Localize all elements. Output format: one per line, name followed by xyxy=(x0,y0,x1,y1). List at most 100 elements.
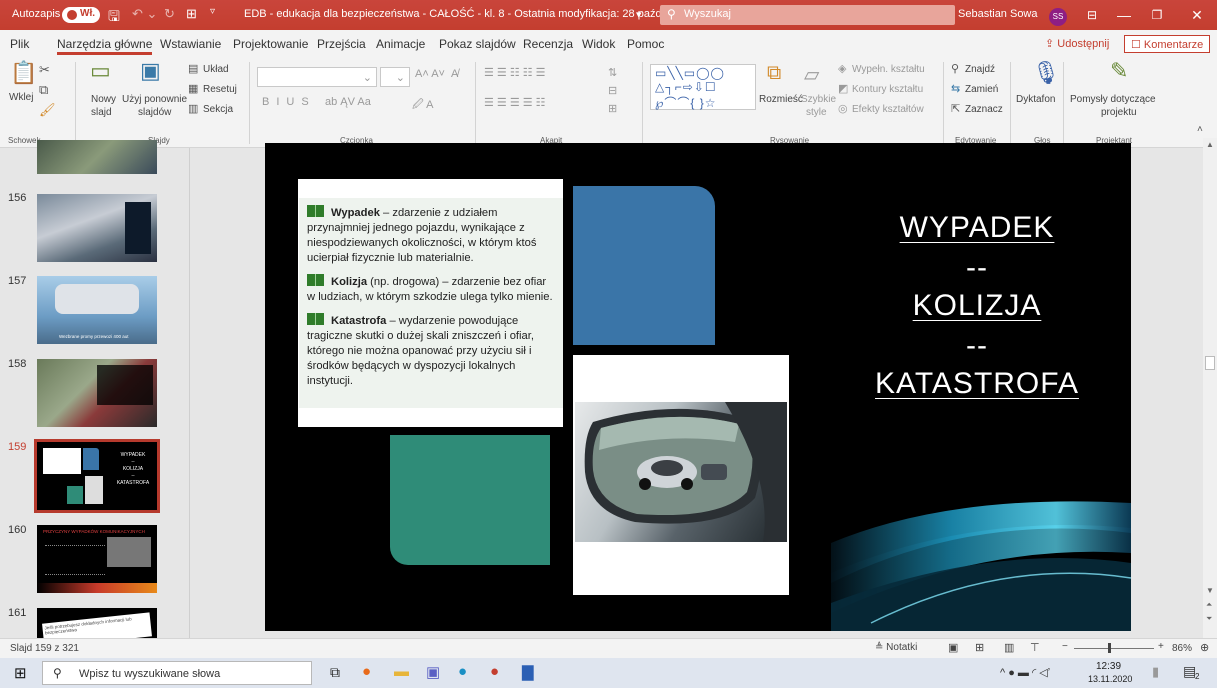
tab-file[interactable]: Plik xyxy=(10,37,29,51)
paste-label[interactable]: Wklej xyxy=(9,92,33,103)
title-line-katastrofa[interactable]: KATASTROFA xyxy=(847,367,1107,401)
share-button[interactable]: ⇪ Udostępnij xyxy=(1039,35,1115,53)
layout-label[interactable]: Układ xyxy=(203,64,229,75)
next-slide-icon[interactable]: ⏷ xyxy=(1206,614,1212,624)
close-icon[interactable]: ✕ xyxy=(1185,4,1209,26)
document-title[interactable]: EDB - edukacja dla bezpieczeństwa - CAŁO… xyxy=(244,8,699,20)
reuse-label2[interactable]: slajdów xyxy=(138,107,171,118)
font-style-icons[interactable]: BIUS xyxy=(262,96,316,108)
quick-styles-icon[interactable]: ▱ xyxy=(804,62,819,87)
slide-thumbnail[interactable]: PRZYCZYNY WYPADKÓW KOMUNIKACYJNYCH xyxy=(37,525,157,593)
customize-qat-icon[interactable]: ▿ xyxy=(210,6,215,17)
fill-icon[interactable]: ◈ xyxy=(838,62,846,75)
reset-icon[interactable]: ▦ xyxy=(188,82,198,95)
task-view-icon[interactable]: ⧉ xyxy=(330,664,340,681)
smartart-icon[interactable]: ⊞ xyxy=(608,102,617,115)
new-slide-label1[interactable]: Nowy xyxy=(91,94,116,105)
firefox-icon[interactable]: ● xyxy=(362,663,371,680)
zoom-in-icon[interactable]: + xyxy=(1158,641,1164,652)
scroll-down-icon[interactable]: ▼ xyxy=(1206,586,1214,595)
design-ideas-icon[interactable]: ✎ xyxy=(1110,58,1128,84)
design-ideas-label2[interactable]: projektu xyxy=(1101,107,1137,118)
fit-slide-icon[interactable]: ⊕ xyxy=(1200,641,1209,654)
highlight-icon[interactable]: 🖉 A xyxy=(412,96,434,115)
effects-icon[interactable]: ◎ xyxy=(838,102,848,115)
avatar[interactable]: SS xyxy=(1049,8,1067,26)
align-text-icon[interactable]: ⊟ xyxy=(608,84,617,97)
design-ideas-label1[interactable]: Pomysły dotyczące xyxy=(1070,94,1156,105)
quick-styles-label1[interactable]: Szybkie xyxy=(801,94,836,105)
reading-view-icon[interactable]: ▥ xyxy=(1004,641,1014,654)
clear-format-icon[interactable]: A̸ xyxy=(451,68,458,80)
clock-time[interactable]: 12:39 xyxy=(1096,661,1121,672)
vertical-scrollbar[interactable]: ▲ ▼ ⏶ ⏷ xyxy=(1203,138,1217,638)
search-box[interactable]: ⚲ Wyszukaj xyxy=(660,5,955,25)
search-icon[interactable]: ⚲ xyxy=(951,62,959,75)
taskbar-search[interactable]: ⚲ Wpisz tu wyszukiwane słowa xyxy=(42,661,312,685)
arrange-label[interactable]: Rozmieść xyxy=(759,94,803,105)
quick-styles-label2[interactable]: style xyxy=(806,107,827,118)
teams-icon[interactable]: ▣ xyxy=(426,663,440,681)
new-slide-label2[interactable]: slajd xyxy=(91,107,112,118)
grow-font-icon[interactable]: A˄ A˅ xyxy=(415,68,445,80)
new-slide-icon[interactable]: ▭ xyxy=(90,58,111,84)
effects-label[interactable]: Efekty kształtów xyxy=(852,104,924,115)
zoom-slider[interactable] xyxy=(1074,643,1154,653)
fill-label[interactable]: Wypełn. kształtu xyxy=(852,64,925,75)
slideshow-icon[interactable]: ⊤ xyxy=(1030,641,1040,654)
tab-animations[interactable]: Animacje xyxy=(376,37,425,51)
title-separator[interactable]: -- xyxy=(847,251,1107,285)
paste-icon[interactable]: 📋 xyxy=(10,60,37,86)
prev-slide-icon[interactable]: ⏶ xyxy=(1206,600,1212,610)
powerpoint-icon[interactable]: ● xyxy=(490,663,499,680)
replace-icon[interactable]: ⇆ xyxy=(951,82,960,95)
comments-button[interactable]: ☐ Komentarze xyxy=(1124,35,1211,53)
save-icon[interactable]: 🖫 xyxy=(108,6,120,30)
reuse-slides-icon[interactable]: ▣ xyxy=(140,58,161,84)
slide-thumbnail-selected[interactable]: WYPADEK -- KOLIZJA -- KATASTROFA xyxy=(34,439,160,513)
select-label[interactable]: Zaznacz xyxy=(965,104,1003,115)
scroll-up-icon[interactable]: ▲ xyxy=(1206,140,1214,149)
undo-icon[interactable]: ↶ ⌄ xyxy=(132,6,157,22)
word-icon[interactable]: ▇ xyxy=(522,663,534,681)
system-tray-icons[interactable]: ^ ● ▬ ◜ ◁ʼ xyxy=(1000,666,1050,679)
slide-thumbnail[interactable] xyxy=(37,359,157,427)
scroll-thumb[interactable] xyxy=(1205,356,1215,370)
tab-transitions[interactable]: Przejścia xyxy=(317,37,366,51)
slide-thumbnail[interactable] xyxy=(37,140,157,174)
microphone-icon[interactable]: 🎙 xyxy=(1032,60,1060,86)
align-icons[interactable]: ☰ ☰ ☰ ☰ ☷ xyxy=(484,96,546,109)
format-painter-icon[interactable]: 🖌 xyxy=(39,102,56,118)
tab-design[interactable]: Projektowanie xyxy=(233,37,308,51)
redo-icon[interactable]: ↻ xyxy=(164,6,175,22)
char-spacing-icon[interactable]: ab ĄV Aa xyxy=(325,96,371,108)
section-label[interactable]: Sekcja xyxy=(203,104,233,115)
replace-label[interactable]: Zamień xyxy=(965,84,998,95)
notes-button[interactable]: ≜ Notatki xyxy=(875,642,917,653)
normal-view-icon[interactable]: ▣ xyxy=(948,641,958,654)
slide-thumbnail[interactable]: Wezbrane promy przewozi 400 aut xyxy=(37,276,157,344)
reuse-label1[interactable]: Użyj ponownie xyxy=(122,94,187,105)
chevron-down-icon[interactable]: ▾ xyxy=(636,8,642,21)
outline-label[interactable]: Kontury kształtu xyxy=(852,84,923,95)
layout-icon[interactable]: ▤ xyxy=(188,62,198,75)
tab-home[interactable]: Narzędzia główne xyxy=(57,37,153,55)
shapes-gallery[interactable]: ▭╲╲▭◯◯ △┐⌐⇨⇩☐ ℘⌒⌒{ }☆ xyxy=(650,64,756,110)
find-label[interactable]: Znajdź xyxy=(965,64,995,75)
blue-rectangle[interactable] xyxy=(573,186,715,345)
clock-date[interactable]: 13.11.2020 xyxy=(1088,674,1132,684)
edge-icon[interactable]: ● xyxy=(458,663,467,680)
restore-icon[interactable]: ❐ xyxy=(1145,4,1169,26)
user-name[interactable]: Sebastian Sowa xyxy=(958,8,1038,20)
font-family-select[interactable]: ⌄ xyxy=(257,67,377,87)
reset-label[interactable]: Resetuj xyxy=(203,84,237,95)
font-size-select[interactable]: ⌄ xyxy=(380,67,410,87)
outline-icon[interactable]: ◩ xyxy=(838,82,848,95)
slide-thumbnail[interactable]: Jeśli potrzebujesz dokładnych informacji… xyxy=(37,608,157,638)
bullets-icon[interactable]: ☰ ☰ ☷ ☷ ☰ xyxy=(484,66,546,79)
section-icon[interactable]: ▥ xyxy=(188,102,198,115)
tab-insert[interactable]: Wstawianie xyxy=(160,37,221,51)
autosave-toggle[interactable]: Wł. xyxy=(62,7,100,23)
dictate-label[interactable]: Dyktafon xyxy=(1016,94,1055,105)
slide[interactable]: Wypadek – zdarzenie z udziałem przynajmn… xyxy=(265,143,1131,631)
